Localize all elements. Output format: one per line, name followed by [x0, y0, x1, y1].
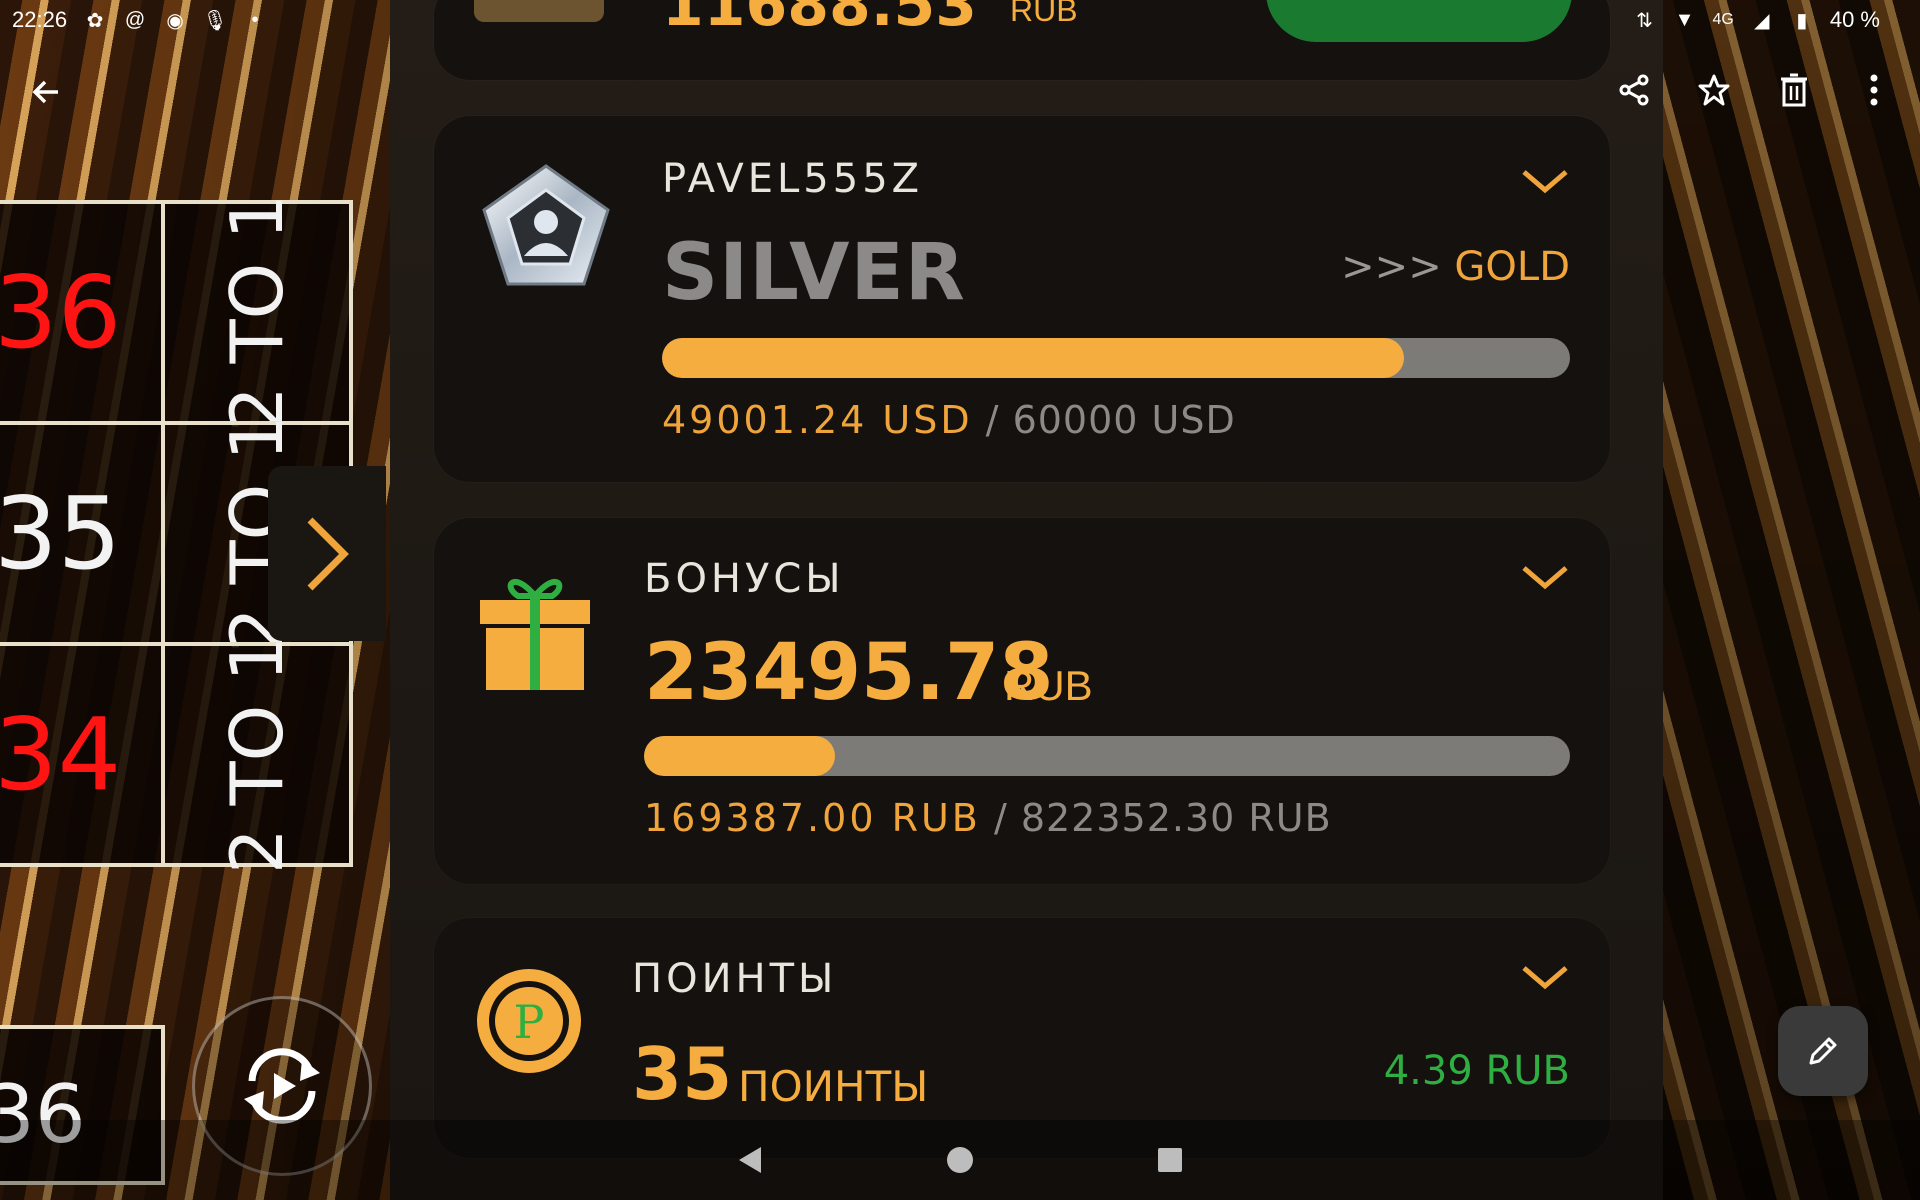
deposit-button[interactable]: [1266, 0, 1572, 42]
toolbar-actions: [1612, 68, 1896, 112]
points-coin-icon: P: [477, 969, 581, 1073]
delete-button[interactable]: [1772, 68, 1816, 112]
next-level: >>> GOLD: [1341, 244, 1570, 290]
wifi-icon: ▼: [1674, 8, 1695, 31]
pencil-icon: [1809, 1037, 1837, 1065]
dot-icon: •: [251, 8, 259, 31]
star-icon: [1698, 74, 1730, 106]
back-arrow-icon: [32, 80, 58, 104]
nav-back-button[interactable]: [730, 1140, 770, 1180]
gift-icon: [480, 579, 590, 690]
edit-button[interactable]: [1778, 1006, 1868, 1096]
chevron-down-icon[interactable]: [1520, 962, 1570, 992]
balance-amount: 11688.53: [662, 0, 978, 40]
vip-level: SILVER: [662, 228, 966, 318]
delete-icon: [1781, 73, 1807, 107]
points-unit: ПОИНТЫ: [738, 1062, 929, 1111]
replay-icon: [244, 1048, 320, 1124]
silver-badge-icon: [482, 164, 610, 286]
expand-panel-button[interactable]: [268, 466, 386, 641]
vip-progress-text: 49001.24 USD / 60000 USD: [662, 398, 1236, 442]
nav-recents-button[interactable]: [1150, 1140, 1190, 1180]
chevron-down-icon[interactable]: [1520, 166, 1570, 196]
bonus-title: БОНУСЫ: [644, 556, 845, 602]
share-button[interactable]: [1612, 68, 1656, 112]
balance-currency: RUB: [1010, 0, 1078, 28]
signal-icon: ◢: [1754, 9, 1770, 32]
bonus-amount: 23495.78: [644, 628, 1054, 718]
bonus-progress-fill: [644, 736, 835, 776]
chevron-right-icon: [307, 517, 349, 590]
points-rub-value: 4.39 RUB: [1383, 1048, 1570, 1094]
chevron-down-icon[interactable]: [1520, 562, 1570, 592]
network-type: 4G: [1712, 11, 1734, 28]
battery-level: 40 %: [1829, 7, 1880, 32]
more-options-button[interactable]: [1852, 68, 1896, 112]
data-arrows-icon: ⇅: [1636, 9, 1653, 32]
circle-home-icon: [947, 1147, 973, 1173]
bonus-currency: RUB: [1004, 662, 1093, 709]
more-vert-icon: [1870, 74, 1878, 106]
share-icon: [1619, 74, 1649, 106]
triangle-back-icon: [739, 1147, 761, 1173]
roulette-number-35[interactable]: 35: [0, 421, 165, 646]
bonus-progress-text: 169387.00 RUB / 822352.30 RUB: [644, 796, 1332, 840]
nav-home-button[interactable]: [940, 1140, 980, 1180]
roulette-number-36[interactable]: 36: [0, 200, 165, 425]
bonus-progress-bar: [644, 736, 1570, 776]
roulette-number-34[interactable]: 34: [0, 642, 165, 867]
favorite-button[interactable]: [1692, 68, 1736, 112]
username: PAVEL555Z: [662, 156, 924, 202]
column-bet-top[interactable]: 2 ТО 1: [161, 193, 353, 432]
square-recents-icon: [1158, 1148, 1182, 1172]
screen-record-icon: ◉: [166, 9, 184, 32]
wallet-icon: [474, 0, 604, 22]
back-button[interactable]: [26, 72, 66, 112]
points-amount: 35: [632, 1032, 733, 1116]
at-icon: @: [124, 8, 146, 31]
vip-progress-fill: [662, 338, 1404, 378]
vip-progress-bar: [662, 338, 1570, 378]
mic-icon: 🎙: [202, 9, 228, 32]
battery-icon: ▮: [1796, 9, 1808, 32]
system-nav-bar: [0, 1120, 1920, 1200]
svg-text:P: P: [514, 995, 545, 1049]
status-time: 22:26: [12, 7, 68, 32]
gallery-icon: ✿: [86, 9, 104, 32]
column-bet-bottom[interactable]: 2 ТО 1: [161, 635, 353, 874]
points-title: ПОИНТЫ: [632, 956, 838, 1002]
